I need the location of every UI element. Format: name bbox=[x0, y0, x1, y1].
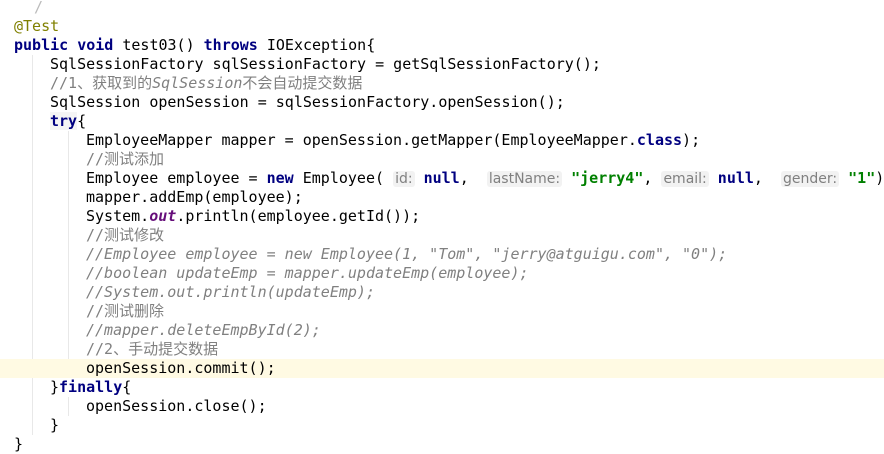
code-token: 不会自动提交数据 bbox=[242, 74, 363, 92]
parameter-hint: email: bbox=[661, 171, 709, 187]
code-token: //1、获取到的 bbox=[50, 74, 153, 92]
code-token: //System.out.println(updateEmp); bbox=[86, 283, 375, 301]
line-comment-delete[interactable]: //测试删除 bbox=[0, 302, 884, 321]
line-add-emp[interactable]: mapper.addEmp(employee); bbox=[0, 188, 884, 207]
code-token: ); bbox=[875, 169, 884, 187]
line-comment-add[interactable]: //测试添加 bbox=[0, 150, 884, 169]
parameter-hint: gender: bbox=[781, 171, 840, 187]
code-token: System. bbox=[86, 207, 150, 225]
code-token: //2、手动提交数据 bbox=[86, 340, 219, 358]
line-commit[interactable]: openSession.commit(); bbox=[0, 359, 884, 378]
code-token: SqlSessionFactory sqlSessionFactory = ge… bbox=[50, 55, 601, 73]
code-token: try bbox=[50, 112, 78, 130]
code-token: , bbox=[459, 169, 487, 187]
parameter-hint: lastName: bbox=[486, 171, 563, 187]
line-open-session[interactable]: SqlSession openSession = sqlSessionFacto… bbox=[0, 93, 884, 112]
code-token: Employee employee = bbox=[86, 169, 267, 187]
parameter-hint: id: bbox=[393, 171, 415, 187]
code-token: "1" bbox=[848, 169, 876, 187]
line-factory[interactable]: SqlSessionFactory sqlSessionFactory = ge… bbox=[0, 55, 884, 74]
line-commented-employee[interactable]: //Employee employee = new Employee(1, "T… bbox=[0, 245, 884, 264]
line-close-brace-outer[interactable]: } bbox=[0, 435, 884, 454]
line-annotation[interactable]: @Test bbox=[0, 17, 884, 36]
code-token: , bbox=[753, 169, 782, 187]
code-token: //boolean updateEmp = mapper.updateEmp(e… bbox=[86, 264, 529, 282]
line-comment-update[interactable]: //测试修改 bbox=[0, 226, 884, 245]
code-token: Employee( bbox=[302, 169, 394, 187]
code-token: .println(employee.getId()); bbox=[176, 207, 421, 225]
line-get-mapper[interactable]: EmployeeMapper mapper = openSession.getM… bbox=[0, 131, 884, 150]
code-token: finally bbox=[59, 378, 123, 396]
line-try[interactable]: try{ bbox=[0, 112, 884, 131]
code-token: out bbox=[149, 207, 177, 225]
line-fold-top[interactable]: / bbox=[0, 0, 884, 17]
line-new-employee[interactable]: Employee employee = new Employee( id: nu… bbox=[0, 169, 884, 188]
line-finally[interactable]: }finally{ bbox=[0, 378, 884, 397]
line-close-brace-inner[interactable]: } bbox=[0, 416, 884, 435]
code-token: , bbox=[643, 169, 662, 187]
code-token: } bbox=[50, 416, 60, 434]
code-token: //测试修改 bbox=[86, 226, 165, 244]
line-println-id[interactable]: System.out.println(employee.getId()); bbox=[0, 207, 884, 226]
code-token: //测试删除 bbox=[86, 302, 165, 320]
code-token: SqlSession bbox=[152, 74, 243, 92]
line-commented-delete[interactable]: //mapper.deleteEmpById(2); bbox=[0, 321, 884, 340]
code-token: / bbox=[34, 0, 44, 16]
line-commented-println[interactable]: //System.out.println(updateEmp); bbox=[0, 283, 884, 302]
code-token: EmployeeMapper mapper = openSession.getM… bbox=[86, 131, 637, 149]
line-comment-1[interactable]: //1、获取到的SqlSession不会自动提交数据 bbox=[0, 74, 884, 93]
code-token: class bbox=[636, 131, 683, 149]
code-editor[interactable]: / @Test public void test03() throws IOExce… bbox=[0, 0, 884, 453]
code-token: IOException{ bbox=[266, 36, 376, 54]
code-token: null bbox=[717, 169, 754, 187]
line-comment-2[interactable]: //2、手动提交数据 bbox=[0, 340, 884, 359]
code-token: throws bbox=[203, 36, 267, 54]
code-token: //测试添加 bbox=[86, 150, 165, 168]
line-close[interactable]: openSession.close(); bbox=[0, 397, 884, 416]
code-token: null bbox=[423, 169, 460, 187]
line-method-signature[interactable]: public void test03() throws IOException{ bbox=[0, 36, 884, 55]
code-token: //mapper.deleteEmpById(2); bbox=[86, 321, 321, 339]
code-token: "jerry4" bbox=[571, 169, 644, 187]
code-token: new bbox=[266, 169, 303, 187]
code-token: } bbox=[14, 435, 24, 453]
code-token: { bbox=[122, 378, 132, 396]
code-token: { bbox=[77, 112, 87, 130]
code-token: void bbox=[77, 36, 123, 54]
code-token: openSession.close(); bbox=[86, 397, 267, 415]
code-token: //Employee employee = new Employee(1, "T… bbox=[86, 245, 728, 263]
code-token: } bbox=[50, 378, 60, 396]
line-commented-update[interactable]: //boolean updateEmp = mapper.updateEmp(e… bbox=[0, 264, 884, 283]
code-token: @Test bbox=[14, 17, 60, 35]
code-token: mapper.addEmp(employee); bbox=[86, 188, 303, 206]
code-token: test03() bbox=[122, 36, 204, 54]
code-token: SqlSession openSession = sqlSessionFacto… bbox=[50, 93, 565, 111]
code-token: openSession.commit(); bbox=[86, 359, 276, 377]
code-token: ); bbox=[682, 131, 701, 149]
code-token: public bbox=[14, 36, 78, 54]
